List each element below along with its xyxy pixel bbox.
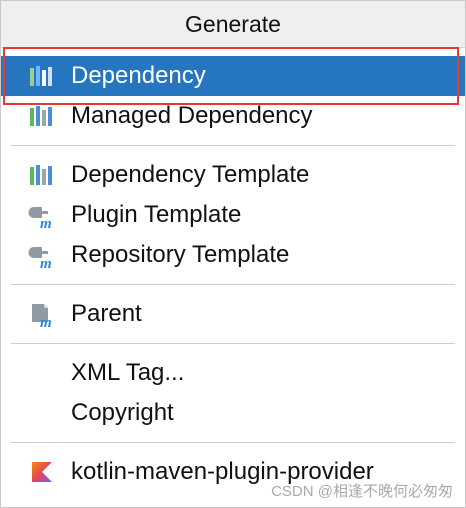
menu-item-label: Copyright — [71, 399, 174, 426]
menu-item-repository-template[interactable]: m Repository Template — [1, 235, 465, 275]
separator — [11, 442, 455, 443]
menu-item-dependency-template[interactable]: Dependency Template — [1, 155, 465, 195]
svg-text:m: m — [40, 216, 52, 229]
menu-item-managed-dependency[interactable]: Managed Dependency — [1, 96, 465, 136]
maven-plugin-icon: m — [27, 240, 57, 270]
menu-item-xml-tag[interactable]: XML Tag... — [1, 353, 465, 393]
menu-item-parent[interactable]: m Parent — [1, 294, 465, 334]
menu-item-dependency[interactable]: Dependency — [1, 56, 465, 96]
generate-popup: Generate Dependency Managed Dependency D… — [0, 0, 466, 508]
menu-item-plugin-template[interactable]: m Plugin Template — [1, 195, 465, 235]
kotlin-icon — [27, 457, 57, 487]
menu-item-label: Managed Dependency — [71, 102, 313, 129]
maven-bars-icon — [27, 101, 57, 131]
separator — [11, 284, 455, 285]
watermark: CSDN @相逢不晚何必匆匆 — [271, 483, 453, 500]
group-templates: Dependency Template m Plugin Template m — [1, 155, 465, 275]
group-dependencies: Dependency Managed Dependency — [1, 56, 465, 136]
maven-bars-icon — [27, 61, 57, 91]
popup-title: Generate — [1, 1, 465, 48]
menu-item-label: Dependency Template — [71, 161, 310, 188]
maven-parent-icon: m — [27, 299, 57, 329]
menu-item-label: Parent — [71, 300, 142, 327]
svg-text:m: m — [40, 315, 52, 328]
group-parent: m Parent — [1, 294, 465, 334]
menu-item-label: Repository Template — [71, 241, 290, 268]
maven-bars-icon — [27, 160, 57, 190]
svg-text:m: m — [40, 256, 52, 269]
separator — [11, 343, 455, 344]
separator — [11, 145, 455, 146]
menu-item-label: XML Tag... — [71, 359, 185, 386]
group-xml: XML Tag... Copyright — [1, 353, 465, 433]
menu-item-label: Plugin Template — [71, 201, 242, 228]
maven-plugin-icon: m — [27, 200, 57, 230]
menu-item-copyright[interactable]: Copyright — [1, 393, 465, 433]
menu-item-label: Dependency — [71, 62, 206, 89]
